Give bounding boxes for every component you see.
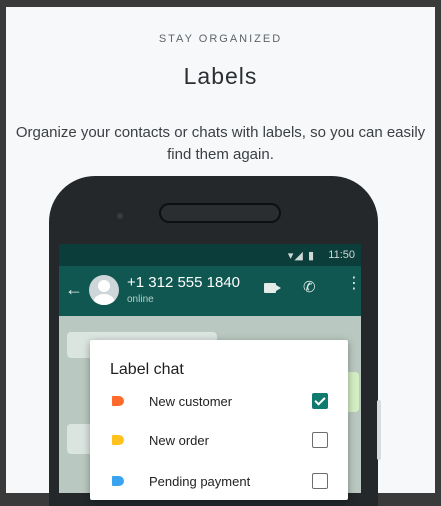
label-checkbox[interactable] [312,473,328,489]
dialog-title: Label chat [110,361,184,378]
label-name: New order [149,433,209,448]
label-checkbox[interactable] [312,432,328,448]
phone-side-button [377,400,381,460]
label-tag-icon [112,476,124,486]
contact-name[interactable]: +1 312 555 1840 [127,274,240,291]
speaker-grille [159,203,281,223]
label-row-new-customer[interactable]: New customer [90,388,348,418]
label-chat-dialog: Label chat New customer New order Pendin… [90,340,348,500]
camera-icon [117,213,123,219]
label-checkbox[interactable] [312,393,328,409]
label-tag-icon [112,435,124,445]
signal-battery-icons: ▾◢ ▮ [287,250,315,262]
phone-call-icon[interactable]: ✆ [303,278,316,296]
label-row-pending-payment[interactable]: Pending payment [90,468,348,498]
back-arrow-icon[interactable]: ← [65,279,83,300]
contact-status: online [127,294,154,305]
label-row-new-order[interactable]: New order [90,427,348,457]
more-options-icon[interactable]: ⋮ [346,276,361,292]
status-bar: ▾◢ ▮ 11:50 [59,244,361,266]
status-time: 11:50 [328,249,355,261]
video-call-icon[interactable] [264,283,281,293]
chat-app-bar: ← +1 312 555 1840 online ✆ ⋮ [59,266,361,316]
label-name: Pending payment [149,474,251,489]
label-name: New customer [149,394,233,409]
section-eyebrow: STAY ORGANIZED [158,33,283,45]
feature-title: Labels [183,63,258,89]
feature-description: Organize your contacts or chats with lab… [15,124,426,163]
avatar[interactable] [89,275,119,305]
label-tag-icon [112,396,124,406]
